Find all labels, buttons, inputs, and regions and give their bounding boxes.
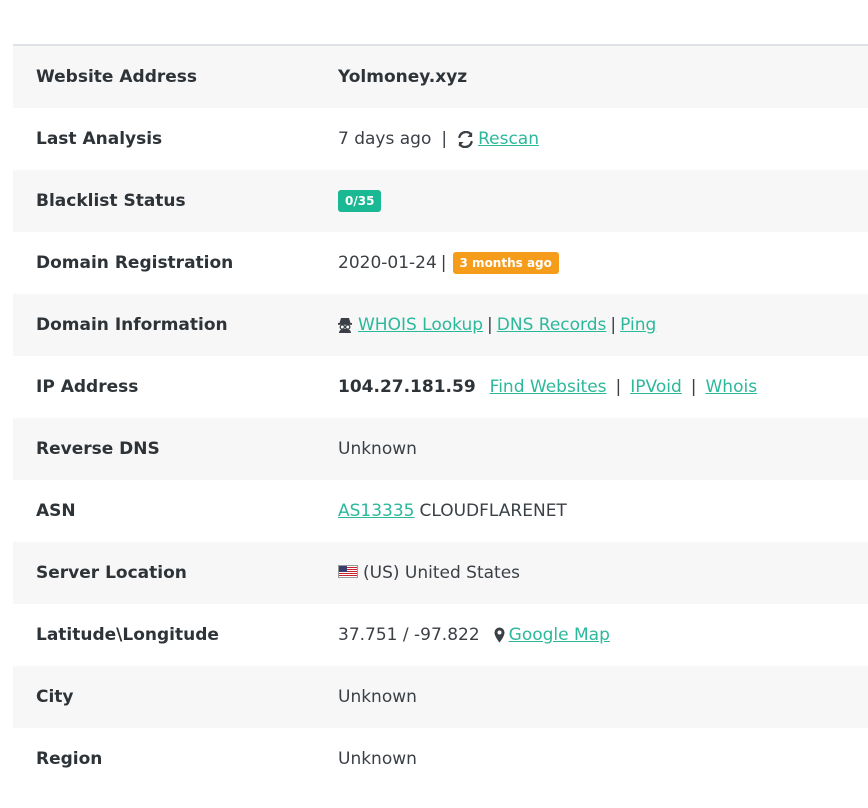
us-flag-icon (338, 563, 358, 583)
ipvoid-link[interactable]: IPVoid (630, 377, 682, 397)
info-table: Website Address Yolmoney.xyz Last Analys… (13, 44, 868, 790)
separator: | (690, 377, 697, 397)
row-last-analysis: Last Analysis 7 days ago | Rescan (13, 108, 868, 170)
rescan-link[interactable]: Rescan (478, 129, 539, 149)
spy-icon (338, 317, 352, 333)
separator: | (610, 315, 617, 335)
dns-records-link[interactable]: DNS Records (497, 315, 607, 335)
refresh-icon[interactable] (457, 130, 474, 148)
row-label: IP Address (36, 377, 139, 397)
separator: | (487, 315, 493, 335)
row-blacklist-status: Blacklist Status 0/35 (13, 170, 868, 232)
row-label: Domain Information (36, 315, 228, 335)
row-label: City (36, 687, 74, 707)
row-label: Server Location (36, 563, 187, 583)
row-lat-long: Latitude\Longitude 37.751 / -97.822 Goog… (13, 604, 868, 666)
row-server-location: Server Location (US) United States (13, 542, 868, 604)
separator: | (440, 253, 447, 273)
asn-name: CLOUDFLARENET (419, 501, 567, 521)
ip-address-value: 104.27.181.59 (338, 377, 476, 397)
row-label: Blacklist Status (36, 191, 186, 211)
last-analysis-value: 7 days ago (338, 129, 432, 149)
city-value: Unknown (338, 687, 417, 707)
whois-link[interactable]: Whois (706, 377, 758, 397)
row-label: Reverse DNS (36, 439, 160, 459)
row-website-address: Website Address Yolmoney.xyz (13, 46, 868, 108)
map-marker-icon (494, 627, 505, 643)
domain-age-badge: 3 months ago (452, 252, 559, 274)
registration-date: 2020-01-24 (338, 253, 437, 273)
blacklist-badge: 0/35 (338, 190, 382, 212)
google-map-link[interactable]: Google Map (509, 625, 610, 645)
server-location-value: (US) United States (363, 563, 521, 583)
row-label: Last Analysis (36, 129, 163, 149)
row-label: ASN (36, 501, 76, 521)
row-label: Domain Registration (36, 253, 234, 273)
region-value: Unknown (338, 749, 417, 769)
separator: | (441, 129, 448, 149)
asn-link[interactable]: AS13335 (338, 501, 415, 521)
row-asn: ASN AS13335 CLOUDFLARENET (13, 480, 868, 542)
separator: | (615, 377, 622, 397)
website-address-value: Yolmoney.xyz (338, 67, 468, 87)
row-city: City Unknown (13, 666, 868, 728)
row-region: Region Unknown (13, 728, 868, 790)
ping-link[interactable]: Ping (620, 315, 656, 335)
reverse-dns-value: Unknown (338, 439, 417, 459)
row-label: Region (36, 749, 103, 769)
find-websites-link[interactable]: Find Websites (490, 377, 607, 397)
row-domain-registration: Domain Registration 2020-01-24 | 3 month… (13, 232, 868, 294)
row-reverse-dns: Reverse DNS Unknown (13, 418, 868, 480)
coordinates-value: 37.751 / -97.822 (338, 625, 480, 645)
row-label: Latitude\Longitude (36, 625, 219, 645)
row-ip-address: IP Address 104.27.181.59 Find Websites |… (13, 356, 868, 418)
whois-lookup-link[interactable]: WHOIS Lookup (358, 315, 483, 335)
row-domain-information: Domain Information WHOIS Lookup | DNS Re… (13, 294, 868, 356)
row-label: Website Address (36, 67, 198, 87)
